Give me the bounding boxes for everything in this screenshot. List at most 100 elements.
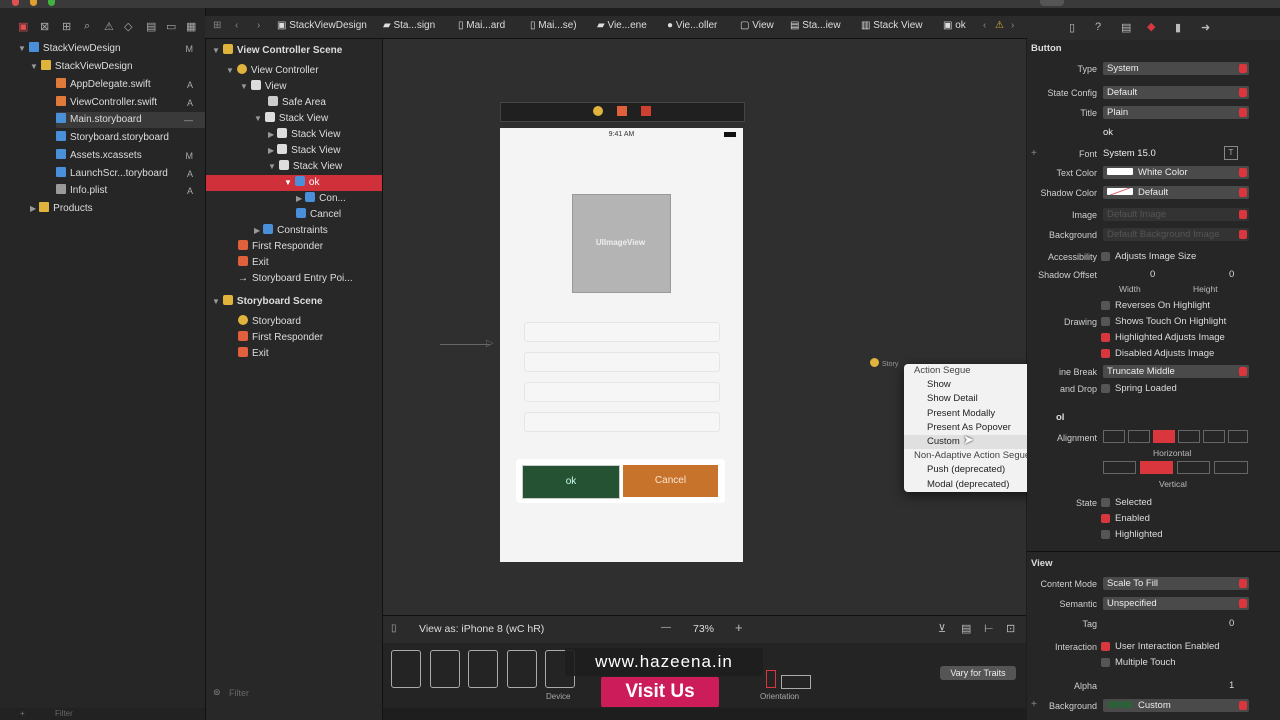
outline-item[interactable]: Storyboard [238,314,382,330]
outline-item[interactable]: Exit [238,255,382,271]
text-field[interactable] [524,412,720,432]
nav-item-group[interactable]: ▶ Products [30,201,205,217]
background-image-popup[interactable]: Default Background Image [1103,228,1249,241]
align-trailing-segment[interactable] [1228,430,1248,443]
align-center-segment[interactable] [1128,430,1150,443]
outline-item[interactable]: ▼ Stack View [268,159,382,175]
size-inspector-icon[interactable]: ▮ [1175,21,1181,34]
outline-item[interactable]: → Storyboard Entry Poi... [238,271,382,287]
outline-item[interactable]: Safe Area [268,95,382,111]
outline-item[interactable]: ▶ Con... [296,191,382,207]
ok-button[interactable]: ok [522,465,620,499]
adjusts-image-size-checkbox[interactable] [1101,252,1110,261]
hierarchy-icon[interactable]: ⊞ [62,20,71,33]
title-style-popup[interactable]: Plain [1103,106,1249,119]
spring-loaded-checkbox[interactable] [1101,384,1110,393]
breadcrumb-item[interactable]: ▣ StackViewDesign [277,20,367,31]
font-picker-icon[interactable]: T [1224,146,1238,160]
breadcrumb-item[interactable]: ▰ Sta...sign [383,20,435,31]
background-color-popup[interactable]: Custom [1103,699,1249,712]
breadcrumb-item[interactable]: ▰ Vie...ene [597,20,647,31]
next-issue-icon[interactable]: › [1011,20,1014,31]
valign-center-segment[interactable] [1140,461,1173,474]
identity-icon[interactable]: ▤ [1121,21,1131,34]
content-mode-popup[interactable]: Scale To Fill [1103,577,1249,590]
plus-icon[interactable]: + [20,709,25,718]
tag-field[interactable]: 0 [1229,618,1234,629]
breadcrumb-item[interactable]: ▥ Stack View [861,20,923,31]
outline-item[interactable]: ▶ Stack View [268,143,382,159]
selected-checkbox[interactable] [1101,498,1110,507]
outline-item[interactable]: ▶ Stack View [268,127,382,143]
breakpoint-icon[interactable]: ▭ [166,20,176,33]
outline-item[interactable]: First Responder [238,239,382,255]
landscape-orientation-icon[interactable] [781,675,811,689]
zoom-window-button[interactable] [48,0,55,6]
report-icon[interactable]: ▦ [186,20,196,33]
valign-top-segment[interactable] [1103,461,1136,474]
breadcrumb-item[interactable]: ▯ Mai...se) [530,20,577,31]
reverses-checkbox[interactable] [1101,301,1110,310]
nav-item-file-selected[interactable]: Main.storyboard — [56,112,205,128]
outline-item-selected[interactable]: ▼ ok [206,175,382,191]
close-window-button[interactable] [12,0,19,6]
nav-item-file[interactable]: Info.plist A [56,183,205,199]
highlighted-checkbox[interactable] [1101,530,1110,539]
grid-icon[interactable]: ⊞ [213,20,221,31]
outline-item[interactable]: First Responder [238,330,382,346]
semantic-popup[interactable]: Unspecified [1103,597,1249,610]
nav-item-file[interactable]: Storyboard.storyboard [56,130,205,146]
align-left-segment[interactable] [1103,430,1125,443]
connections-inspector-icon[interactable]: ➜ [1201,21,1210,34]
align-leading-segment[interactable] [1203,430,1225,443]
valign-bottom-segment[interactable] [1177,461,1210,474]
test-icon[interactable]: ◇ [124,20,132,33]
help-icon[interactable]: ? [1095,21,1101,33]
shadow-color-popup[interactable]: Default [1103,186,1249,199]
image-popup[interactable]: Default Image [1103,208,1249,221]
outline-item[interactable]: ▼ View [240,79,382,95]
shadow-width-field[interactable]: 0 [1150,269,1155,280]
stack-icon[interactable]: ▤ [961,622,971,635]
cancel-button[interactable]: Cancel [623,465,718,497]
embed-icon[interactable]: ⊻ [938,622,946,635]
folder-icon[interactable]: ▣ [18,20,28,33]
breadcrumb-item[interactable]: ● Vie...oller [667,20,717,31]
outline-filter[interactable]: ⊜ Filter [205,684,382,702]
title-text-field[interactable]: ok [1103,127,1113,138]
vary-for-traits-button[interactable]: Vary for Traits [940,666,1016,680]
align-icon[interactable]: ⊢ [984,622,994,635]
text-field[interactable] [524,322,720,342]
sidebar-toggle-icon[interactable]: ▯ [391,623,397,634]
state-config-popup[interactable]: Default [1103,86,1249,99]
file-inspector-icon[interactable]: ▯ [1069,21,1075,34]
text-color-popup[interactable]: White Color [1103,166,1249,179]
shows-touch-checkbox[interactable] [1101,317,1110,326]
font-field[interactable]: System 15.0 [1103,148,1156,159]
outline-item[interactable]: Exit [238,346,382,362]
device-option[interactable] [507,650,537,688]
breadcrumb-item[interactable]: ▢ View [740,20,774,31]
device-option[interactable] [468,650,498,688]
user-interaction-checkbox[interactable] [1101,642,1110,651]
device-option[interactable] [391,650,421,688]
exit-icon[interactable] [641,106,651,116]
zoom-in-button[interactable]: + [735,620,743,635]
nav-item-project[interactable]: ▼ StackViewDesign M [18,41,205,57]
shadow-height-field[interactable]: 0 [1229,269,1234,280]
align-right-segment[interactable] [1178,430,1200,443]
nav-item-group[interactable]: ▼ StackViewDesign [30,59,205,75]
view-controller-icon[interactable] [593,106,603,116]
nav-item-file[interactable]: ViewController.swift A [56,95,205,111]
outline-item[interactable]: ▼ Stack View [254,111,382,127]
debug-icon[interactable]: ▤ [146,20,156,33]
outline-item[interactable]: ▼ View Controller [226,63,382,79]
text-field[interactable] [524,382,720,402]
outline-filter-input[interactable]: Filter [229,688,249,698]
zoom-out-button[interactable]: — [661,622,671,633]
nav-item-file[interactable]: Assets.xcassets M [56,148,205,164]
enabled-checkbox[interactable] [1101,514,1110,523]
nav-item-file[interactable]: AppDelegate.swift A [56,77,205,93]
search-icon[interactable]: ⌕ [84,20,90,33]
portrait-orientation-icon[interactable] [766,670,776,688]
